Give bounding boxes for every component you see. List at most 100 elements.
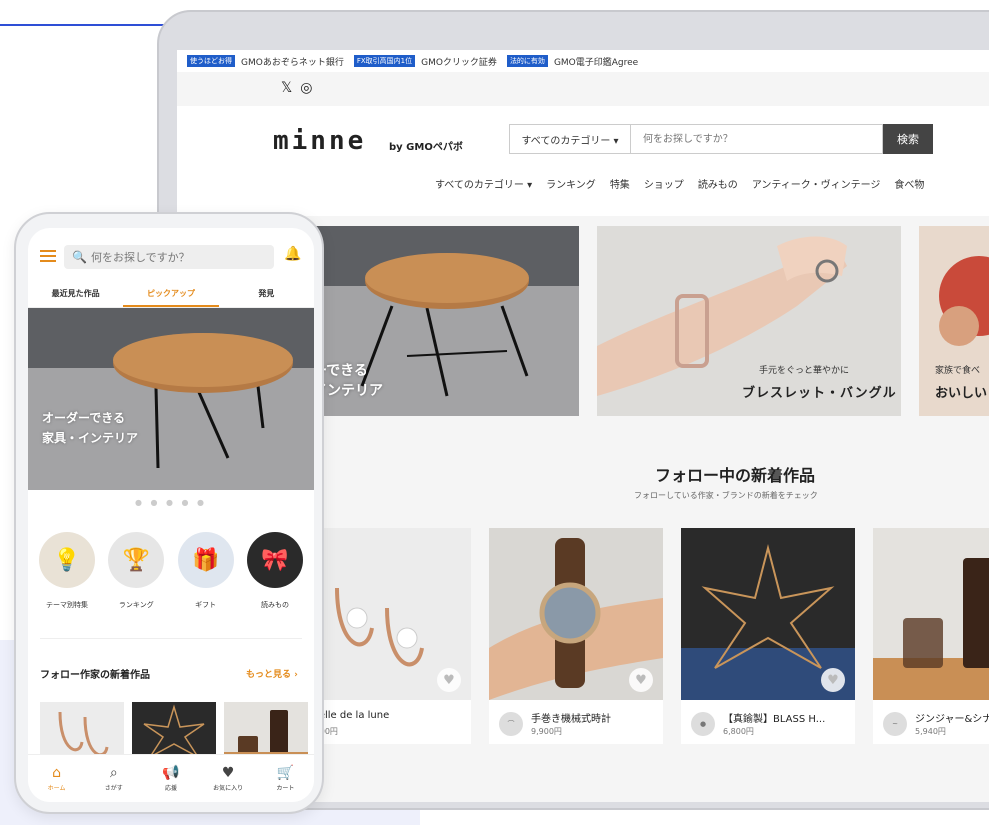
mobile-follow-section-title: フォロー作家の新着作品 <box>40 670 150 681</box>
bottom-nav-label: 応援 <box>164 785 177 792</box>
topbar-link[interactable]: GMO電子印鑑Agree <box>554 55 638 68</box>
earring-photo <box>40 702 124 762</box>
hero-banner-food[interactable]: 家族で食べ おいしい <box>919 226 989 416</box>
follow-section-title: フォロー中の新着作品 <box>655 466 816 485</box>
bottom-nav-favorites[interactable]: ♥ お気に入り <box>204 765 252 792</box>
x-icon[interactable]: 𝕏 <box>281 80 292 96</box>
follow-section-subtitle: フォローしている作家・ブランドの新着をチェック <box>634 491 818 500</box>
product-thumb[interactable] <box>40 702 124 762</box>
category-label: テーマ別特集 <box>46 601 88 609</box>
mobile-tabs: 最近見た作品 ピックアップ 発見 <box>28 284 314 308</box>
shop-avatar[interactable]: ● <box>691 712 715 736</box>
bottom-nav-support[interactable]: 📢 応援 <box>147 765 195 792</box>
minne-logo[interactable]: minne <box>273 126 366 156</box>
nav-item-categories[interactable]: すべてのカテゴリー ▾ <box>435 176 532 191</box>
mobile-category-shortcuts: 💡 テーマ別特集 🏆 ランキング 🎁 ギフト 🎀 読みもの <box>36 532 306 610</box>
product-card[interactable]: ♥ ⌒ 手巻き機械式時計 9,900円 <box>489 528 663 744</box>
topbar-badge: 法的に有効 <box>506 55 548 67</box>
hero-banner-bracelet[interactable]: 手元をぐっと華やかに ブレスレット・バングル <box>597 226 901 416</box>
tab-recent[interactable]: 最近見た作品 <box>28 284 123 307</box>
mobile-hero-banner[interactable]: オーダーできる 家具・インテリア <box>28 308 314 490</box>
category-label: ランキング <box>118 601 154 609</box>
gift-icon: 🎁 <box>177 532 234 588</box>
phone-frame: 🔍 何をお探しですか？ 🔔 最近見た作品 ピックアップ 発見 オーダーできる 家… <box>14 212 324 814</box>
accent-line <box>0 24 175 26</box>
mobile-header: 🔍 何をお探しですか？ 🔔 <box>28 228 314 274</box>
hero-sub: 手元をぐっと華やかに <box>759 366 850 376</box>
search-icon: ⌕ <box>109 765 118 781</box>
mobile-search-placeholder: 何をお探しですか？ <box>90 251 190 264</box>
topbar-link[interactable]: GMOあおぞらネット銀行 <box>241 55 344 68</box>
product-price: 6,800円 <box>723 727 754 736</box>
search-icon: 🔍 <box>72 250 87 264</box>
hero-caption-line2: 家具・インテリア <box>42 431 139 445</box>
bottom-nav-search[interactable]: ⌕ さがす <box>90 765 138 792</box>
instagram-icon[interactable]: ◎ <box>300 80 312 96</box>
topbar-link[interactable]: GMOクリック証券 <box>421 55 497 68</box>
site-header: minne by GMOペパボ すべてのカテゴリー ▾ 検索 すべてのカテゴリー… <box>177 106 989 216</box>
search-button[interactable]: 検索 <box>883 124 933 154</box>
heart-icon: ♥ <box>221 765 235 781</box>
product-price: 9,900円 <box>531 727 562 736</box>
topbar-badge: 使うほどお得 <box>187 55 235 67</box>
search-input[interactable] <box>631 124 883 154</box>
favorite-heart-icon[interactable]: ♥ <box>821 668 845 692</box>
favorite-heart-icon[interactable]: ♥ <box>437 668 461 692</box>
category-theme[interactable]: 💡 テーマ別特集 <box>36 532 98 610</box>
mobile-product-thumbs <box>40 702 308 762</box>
trophy-icon: 🏆 <box>108 532 165 588</box>
category-label: ギフト <box>195 601 217 609</box>
brass-star-photo <box>132 702 216 762</box>
carousel-dots[interactable]: ● ● ● ● ● <box>28 498 314 507</box>
shop-avatar[interactable]: ⌒ <box>499 712 523 736</box>
nav-item-features[interactable]: 特集 <box>610 176 630 191</box>
category-label: 読みもの <box>260 601 289 609</box>
product-price: 5,940円 <box>915 727 946 736</box>
mobile-hero-caption: オーダーできる 家具・インテリア <box>42 408 138 448</box>
shop-avatar[interactable]: ~ <box>883 712 907 736</box>
category-reading[interactable]: 🎀 読みもの <box>244 532 306 610</box>
category-gift[interactable]: 🎁 ギフト <box>175 532 237 610</box>
product-card[interactable]: ~ ジンジャー&シナ 5,940円 <box>873 528 989 744</box>
mobile-bottom-nav: ⌂ ホーム ⌕ さがす 📢 応援 ♥ お気に入り 🛒 カート <box>28 754 314 802</box>
mobile-search-bar[interactable]: 🔍 何をお探しですか？ <box>64 245 274 269</box>
product-name: 【真鍮製】BLASS H... <box>723 714 826 725</box>
product-thumb[interactable] <box>132 702 216 762</box>
bottom-nav-label: カート <box>276 785 295 792</box>
home-icon: ⌂ <box>52 765 62 781</box>
product-thumb[interactable] <box>224 702 308 762</box>
bottom-nav-label: お気に入り <box>213 785 244 792</box>
product-name: ジンジャー&シナ <box>915 714 989 725</box>
bottom-nav-cart[interactable]: 🛒 カート <box>261 765 309 792</box>
nav-item-food[interactable]: 食べ物 <box>894 176 924 191</box>
tab-discover[interactable]: 発見 <box>219 284 314 307</box>
category-select[interactable]: すべてのカテゴリー ▾ <box>509 124 631 154</box>
favorite-heart-icon[interactable]: ♥ <box>629 668 653 692</box>
divider <box>40 638 302 639</box>
ginger-syrup-photo <box>873 528 989 700</box>
product-card[interactable]: ♥ ● 【真鍮製】BLASS H... 6,800円 <box>681 528 855 744</box>
table-photo <box>28 308 314 490</box>
nav-item-ranking[interactable]: ランキング <box>546 176 596 191</box>
hero-main: おいしい <box>935 386 988 401</box>
nav-item-antique[interactable]: アンティーク・ヴィンテージ <box>752 176 881 191</box>
category-ranking[interactable]: 🏆 ランキング <box>105 532 167 610</box>
hero-caption-line1: オーダーできる <box>42 411 126 425</box>
megaphone-icon: 📢 <box>162 765 180 781</box>
bottom-nav-label: さがす <box>104 785 123 792</box>
social-links: 𝕏 ◎ <box>281 80 313 96</box>
tab-pickup[interactable]: ピックアップ <box>123 284 219 307</box>
bottom-nav-home[interactable]: ⌂ ホーム <box>33 765 81 792</box>
see-more-link[interactable]: もっと見る › <box>246 667 298 680</box>
main-nav: すべてのカテゴリー ▾ ランキング 特集 ショップ 読みもの アンティーク・ヴィ… <box>435 176 924 191</box>
ginger-syrup-photo <box>224 702 308 762</box>
topbar-badge: FX取引高国内1位 <box>353 55 416 67</box>
hero-sub: 家族で食べ <box>935 366 981 376</box>
nav-item-reading[interactable]: 読みもの <box>698 176 738 191</box>
mobile-screen: 🔍 何をお探しですか？ 🔔 最近見た作品 ピックアップ 発見 オーダーできる 家… <box>28 228 314 802</box>
lamp-icon: 💡 <box>39 532 95 588</box>
ribbon-icon: 🎀 <box>246 532 303 588</box>
bell-icon[interactable]: 🔔 <box>284 246 301 262</box>
hamburger-menu-icon[interactable] <box>40 250 56 262</box>
nav-item-shops[interactable]: ショップ <box>644 176 684 191</box>
